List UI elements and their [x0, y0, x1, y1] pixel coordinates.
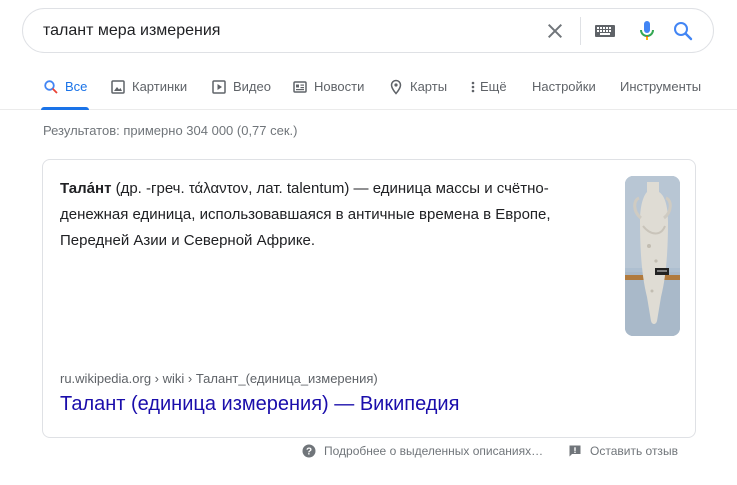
- tab-label: Новости: [314, 79, 365, 94]
- more-vertical-icon: [471, 81, 475, 92]
- feedback-icon: [569, 445, 581, 457]
- search-icon[interactable]: [671, 19, 695, 43]
- keyboard-icon[interactable]: [594, 20, 616, 42]
- feedback-label: Оставить отзыв: [590, 444, 678, 458]
- result-cite: ru.wikipedia.org › wiki › Талант_(единиц…: [60, 371, 378, 386]
- microphone-icon[interactable]: [635, 19, 659, 43]
- tab-label: Ещё: [480, 79, 507, 94]
- tab-label: Картинки: [132, 79, 188, 94]
- search-icon: [44, 79, 58, 94]
- clear-icon[interactable]: [543, 19, 567, 43]
- snippet-line-2: денежная единица, использовавшаяся в ант…: [60, 206, 551, 223]
- tab-label: Настройки: [532, 79, 596, 94]
- snippet-line-1: (др. -греч. τάλαντον, лат. talentum) — е…: [111, 180, 549, 197]
- tab-images[interactable]: Картинки: [110, 64, 187, 109]
- snippet-text: Тала́нт (др. -греч. τάλαντον, лат. talen…: [60, 176, 600, 254]
- result-title-link[interactable]: Талант (единица измерения) — Википедия: [60, 393, 459, 416]
- feedback-button[interactable]: Оставить отзыв: [568, 441, 678, 461]
- image-icon: [111, 79, 125, 94]
- search-input[interactable]: талант мера измерения: [43, 9, 220, 52]
- tab-all[interactable]: Все: [40, 64, 90, 110]
- result-stats: Результатов: примерно 304 000 (0,77 сек.…: [43, 123, 298, 138]
- tab-more[interactable]: Ещё: [470, 64, 507, 109]
- snippet-line-3: Передней Азии и Северной Африке.: [60, 232, 316, 249]
- snippet-term: Тала́нт: [60, 180, 112, 197]
- help-icon: ?: [302, 444, 316, 458]
- about-label: Подробнее о выделенных описаниях…: [324, 444, 544, 458]
- search-divider: [580, 17, 581, 45]
- tab-label: Все: [65, 79, 88, 94]
- tab-label: Видео: [233, 79, 271, 94]
- video-icon: [212, 79, 226, 94]
- about-featured-snippets[interactable]: ? Подробнее о выделенных описаниях…: [302, 441, 543, 461]
- amphora-thumbnail[interactable]: [625, 176, 680, 336]
- search-tabs: Все Картинки Видео Новости Карты Ещё Нас…: [0, 64, 737, 110]
- tab-label: Инструменты: [620, 79, 702, 94]
- svg-text:?: ?: [306, 447, 312, 458]
- map-pin-icon: [390, 79, 402, 95]
- tab-tools[interactable]: Инструменты: [620, 64, 701, 109]
- news-icon: [293, 80, 307, 93]
- featured-snippet-card: Тала́нт (др. -греч. τάλαντον, лат. talen…: [42, 159, 696, 438]
- tab-settings[interactable]: Настройки: [532, 64, 596, 109]
- search-box[interactable]: талант мера измерения: [22, 8, 714, 53]
- tab-video[interactable]: Видео: [211, 64, 271, 109]
- tab-news[interactable]: Новости: [292, 64, 364, 109]
- tab-maps[interactable]: Карты: [388, 64, 447, 109]
- tab-label: Карты: [410, 79, 448, 94]
